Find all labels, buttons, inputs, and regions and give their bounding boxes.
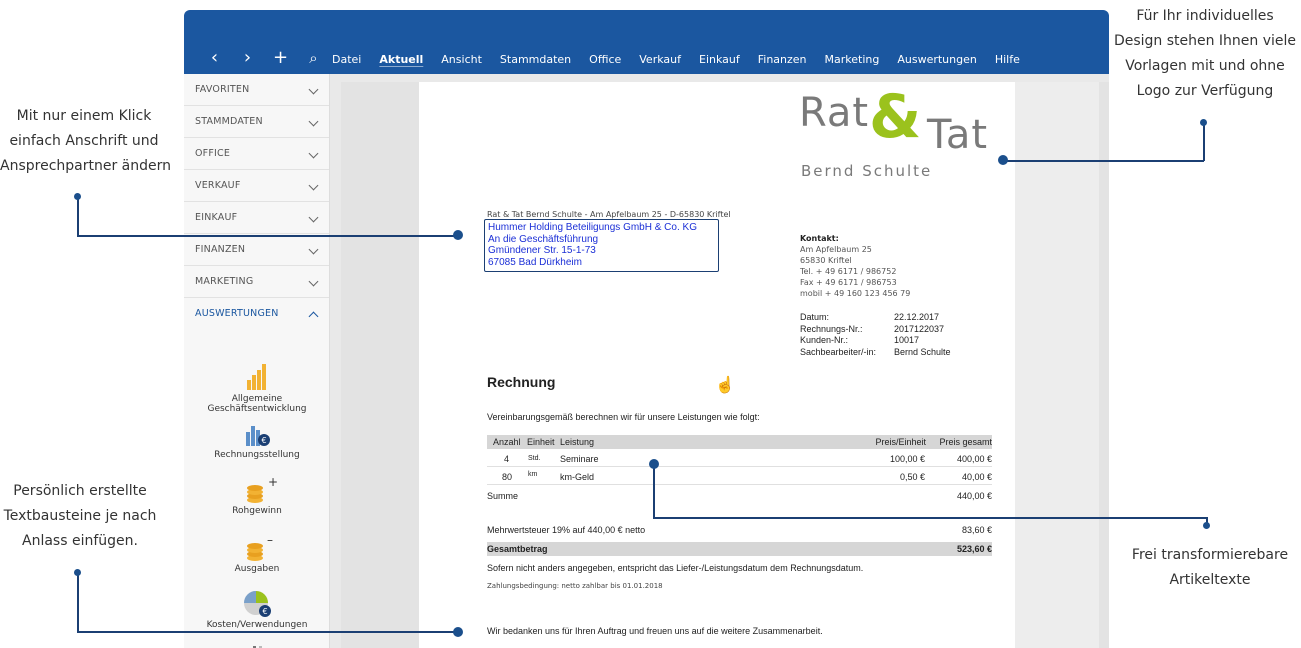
annotation-articles: Frei transformierebare Artikeltexte (1131, 547, 1289, 588)
connector-line (77, 235, 457, 237)
connector-line (77, 573, 79, 633)
chevron-down-icon (308, 180, 319, 191)
table-row[interactable]: 80 km km-Geld 0,50 € 40,00 € (487, 467, 992, 485)
svg-text:+: + (268, 475, 277, 489)
connector-dot (74, 569, 81, 576)
menu-office[interactable]: Office (589, 53, 621, 66)
tile-kosten[interactable]: € Kosten/Verwendungen (184, 588, 330, 630)
closing-text[interactable]: Wir bedanken uns für Ihren Auftrag und f… (487, 626, 823, 636)
chevron-down-icon (308, 148, 319, 159)
tile-rohgewinn[interactable]: + Rohgewinn (184, 474, 330, 516)
delivery-note[interactable]: Sofern nicht anders angegeben, entsprich… (487, 563, 863, 573)
sidebar-section-einkauf[interactable]: EINKAUF (184, 202, 329, 234)
menu-datei[interactable]: Datei (332, 53, 361, 66)
svg-text:€: € (261, 436, 266, 445)
coins-plus-icon: + (237, 474, 278, 504)
sidebar-section-finanzen[interactable]: FINANZEN (184, 234, 329, 266)
connector-line (77, 631, 457, 633)
table-row[interactable]: 4 Std. Seminare 100,00 € 400,00 € (487, 449, 992, 467)
hand-cursor-icon: ☝ (715, 377, 735, 394)
sender-line: Rat & Tat Bernd Schulte - Am Apfelbaum 2… (487, 210, 731, 219)
annotation-textblocks: Persönlich erstellte Textbausteine je na… (3, 483, 157, 549)
connector-dot (998, 155, 1008, 165)
connector-dot (1203, 522, 1210, 529)
chevron-down-icon (308, 276, 319, 287)
connector-line (653, 464, 655, 518)
invoice-title: Rechnung (487, 374, 556, 390)
app-window: ‹ › + ⌕ Datei Aktuell Ansicht Stammdaten… (184, 10, 1109, 648)
menu-hilfe[interactable]: Hilfe (995, 53, 1020, 66)
invoice-table: Anzahl Einheit Leistung Preis/Einheit Pr… (487, 435, 992, 505)
right-panel (1015, 82, 1099, 648)
menu-stammdaten[interactable]: Stammdaten (500, 53, 571, 66)
connector-line (1002, 160, 1204, 162)
table-header: Anzahl Einheit Leistung Preis/Einheit Pr… (487, 435, 992, 449)
pie-chart-icon: € (237, 588, 277, 618)
chevron-down-icon (308, 212, 319, 223)
search-icon[interactable]: ⌕ (297, 48, 330, 68)
annotation-address: Mit nur einem Klick einfach Anschrift un… (0, 108, 172, 174)
chevron-down-icon (308, 244, 319, 255)
sidebar-section-stammdaten[interactable]: STAMMDATEN (184, 106, 329, 138)
menu-finanzen[interactable]: Finanzen (758, 53, 807, 66)
wrench-icon (237, 644, 277, 648)
connector-line (653, 517, 1207, 519)
connector-dot (453, 230, 463, 240)
tile-rechnungsstellung[interactable]: € Rechnungsstellung (184, 418, 330, 460)
tile-geschaeftsentwicklung[interactable]: Allgemeine Geschäftsentwicklung (184, 362, 330, 414)
address-field[interactable]: Hummer Holding Beteiligungs GmbH & Co. K… (484, 219, 735, 393)
chevron-left-icon[interactable]: ‹ (198, 48, 231, 68)
plus-icon[interactable]: + (264, 48, 297, 68)
menu-einkauf[interactable]: Einkauf (699, 53, 740, 66)
main-menu: Datei Aktuell Ansicht Stammdaten Office … (332, 53, 1038, 66)
bar-chart-icon (237, 362, 277, 392)
vat-row: Mehrwertsteuer 19% auf 440,00 € netto 83… (487, 525, 992, 535)
connector-line (1203, 122, 1205, 161)
payment-terms[interactable]: Zahlungsbedingung: netto zahlbar bis 01.… (487, 582, 663, 590)
menu-verkauf[interactable]: Verkauf (639, 53, 681, 66)
company-logo: Rat & Tat Bernd Schulte (799, 82, 989, 180)
connector-dot (74, 193, 81, 200)
total-row: Gesamtbetrag 523,60 € (487, 542, 992, 556)
sidebar-section-favoriten[interactable]: FAVORITEN (184, 74, 329, 106)
sidebar-section-verkauf[interactable]: VERKAUF (184, 170, 329, 202)
top-bar: ‹ › + ⌕ Datei Aktuell Ansicht Stammdaten… (184, 10, 1109, 74)
invoice-meta: Datum: 22.12.2017 Rechnungs-Nr.: 201712203… (800, 312, 951, 357)
connector-dot (649, 459, 659, 469)
tile-ausgaben[interactable]: – Ausgaben (184, 532, 330, 574)
chevron-up-icon (308, 311, 319, 322)
tile-tools[interactable] (184, 644, 330, 648)
menu-marketing[interactable]: Marketing (825, 53, 880, 66)
svg-text:€: € (262, 607, 267, 616)
menu-aktuell[interactable]: Aktuell (379, 53, 423, 66)
menu-auswertungen[interactable]: Auswertungen (897, 53, 977, 66)
sidebar-section-auswertungen[interactable]: AUSWERTUNGEN (184, 298, 329, 330)
connector-line (77, 196, 79, 236)
invoice-intro[interactable]: Vereinbarungsgemäß berechnen wir für uns… (487, 412, 760, 422)
sidebar-section-marketing[interactable]: MARKETING (184, 266, 329, 298)
chevron-right-icon[interactable]: › (231, 48, 264, 68)
sum-row: Summe 440,00 € (487, 491, 992, 501)
svg-text:–: – (267, 533, 273, 547)
chevron-down-icon (308, 84, 319, 95)
nav-icons: ‹ › + ⌕ (198, 48, 330, 68)
chevron-down-icon (308, 116, 319, 127)
connector-dot (453, 627, 463, 637)
coins-minus-icon: – (237, 532, 277, 562)
sidebar-section-office[interactable]: OFFICE (184, 138, 329, 170)
menu-ansicht[interactable]: Ansicht (441, 53, 482, 66)
annotation-design: Für Ihr individuelles Design stehen Ihne… (1113, 8, 1297, 99)
invoice-page: Rat & Tat Bernd Schulte Rat & Tat Bernd … (419, 82, 1015, 648)
sidebar: FAVORITEN STAMMDATEN OFFICE VERKAUF EINK… (184, 74, 330, 648)
connector-dot (1200, 119, 1207, 126)
contact-block: Kontakt: Am Apfelbaum 25 65830 Kriftel T… (800, 234, 911, 298)
invoice-chart-icon: € (237, 418, 277, 448)
